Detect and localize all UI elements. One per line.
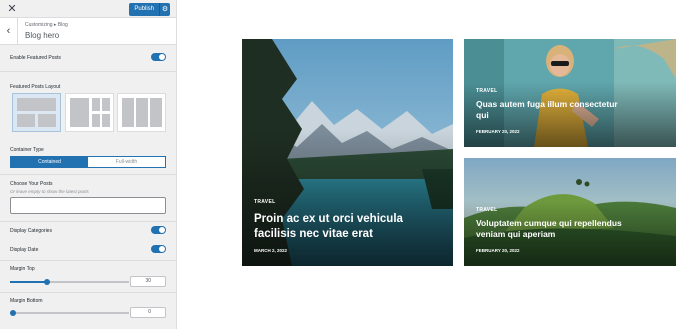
post-category[interactable]: TRAVEL — [476, 88, 497, 94]
layout-option-3[interactable] — [117, 93, 166, 132]
featured-posts-label: Enable Featured Posts — [10, 55, 61, 61]
display-categories-label: Display Categories — [10, 228, 52, 234]
section-header: ‹ Customizing ▸ Blog Blog hero — [0, 18, 176, 45]
featured-post-card[interactable]: TRAVEL Voluptatem cumque qui repellendus… — [464, 158, 676, 266]
full-width-option[interactable]: Full-width — [88, 157, 165, 167]
margin-top-slider-thumb[interactable] — [44, 279, 50, 285]
margin-top-label: Margin Top — [10, 266, 35, 272]
container-type-label: Container Type — [10, 147, 44, 153]
choose-posts-input[interactable] — [10, 197, 166, 214]
customizer-sidebar: ✕ Publish ⚙ ‹ Customizing ▸ Blog Blog he… — [0, 0, 177, 329]
featured-post-card[interactable]: TRAVEL Proin ac ex ut orci vehicula faci… — [242, 39, 453, 266]
margin-bottom-slider[interactable] — [10, 310, 129, 316]
post-title-line: Proin ac ex ut orci vehicula — [254, 213, 403, 225]
choose-posts-label: Choose Your Posts — [10, 181, 53, 187]
choose-posts-hint: Or leave empty to show the latest posts — [10, 189, 89, 194]
margin-bottom-label: Margin Bottom — [10, 298, 43, 304]
close-icon[interactable]: ✕ — [6, 3, 18, 15]
divider — [0, 221, 176, 222]
post-title-line: facilisis nec vitae erat — [254, 228, 373, 240]
post-title-line: qui — [476, 110, 489, 120]
post-date: MARCH 2, 2022 — [254, 248, 288, 253]
divider — [0, 71, 176, 72]
post-date: FEBRUARY 20, 2022 — [476, 248, 520, 253]
divider — [0, 260, 176, 261]
layout-label: Featured Posts Layout — [10, 84, 61, 90]
margin-top-slider[interactable] — [10, 279, 129, 285]
margin-bottom-slider-thumb[interactable] — [10, 310, 16, 316]
section-title: Blog hero — [25, 31, 60, 40]
customizer-topbar: ✕ Publish ⚙ — [0, 0, 176, 18]
layout-option-2[interactable] — [65, 93, 114, 132]
publish-group: Publish ⚙ — [129, 3, 170, 16]
post-title[interactable]: Quas autem fuga illum consectetur qui — [476, 99, 671, 121]
post-category[interactable]: TRAVEL — [254, 199, 275, 205]
post-title-line: veniam qui aperiam — [476, 229, 556, 239]
display-categories-toggle[interactable] — [151, 226, 166, 234]
featured-posts-toggle[interactable] — [151, 53, 166, 61]
back-arrow-icon[interactable]: ‹ — [0, 18, 18, 45]
post-title-line: Quas autem fuga illum consectetur — [476, 99, 618, 109]
post-date: FEBRUARY 20, 2022 — [476, 129, 520, 134]
container-type-control: Contained Full-width — [10, 156, 166, 168]
divider — [0, 174, 176, 175]
display-date-label: Display Date — [10, 247, 39, 253]
post-title[interactable]: Voluptatem cumque qui repellendus veniam… — [476, 218, 671, 240]
display-date-toggle[interactable] — [151, 245, 166, 253]
contained-option[interactable]: Contained — [11, 157, 88, 167]
divider — [0, 292, 176, 293]
post-title[interactable]: Proin ac ex ut orci vehicula facilisis n… — [254, 212, 449, 242]
post-title-line: Voluptatem cumque qui repellendus — [476, 218, 622, 228]
featured-post-card[interactable]: TRAVEL Quas autem fuga illum consectetur… — [464, 39, 676, 147]
breadcrumb: Customizing ▸ Blog — [25, 22, 68, 28]
margin-top-input[interactable]: 30 — [130, 276, 166, 287]
customizer-app: ✕ Publish ⚙ ‹ Customizing ▸ Blog Blog he… — [0, 0, 680, 329]
post-category[interactable]: TRAVEL — [476, 207, 497, 213]
publish-button[interactable]: Publish — [129, 3, 159, 16]
margin-bottom-input[interactable]: 0 — [130, 307, 166, 318]
gear-icon[interactable]: ⚙ — [159, 3, 170, 16]
layout-option-1[interactable] — [12, 93, 61, 132]
site-preview: TRAVEL Proin ac ex ut orci vehicula faci… — [178, 0, 680, 329]
